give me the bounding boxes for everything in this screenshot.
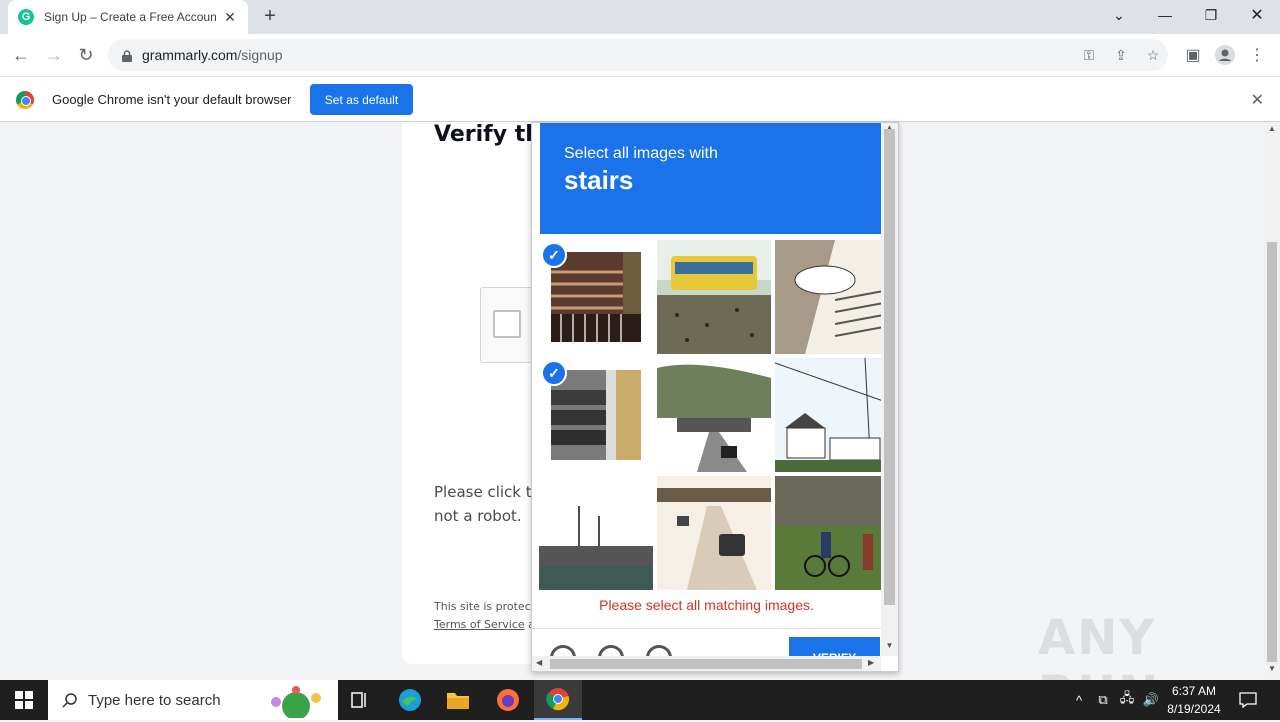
lock-icon [122,49,132,62]
tray-overflow-icon[interactable]: ^ [1068,680,1090,720]
close-window-button[interactable]: ✕ [1234,0,1280,30]
reload-button[interactable]: ↻ [73,42,99,68]
taskbar-search-box[interactable]: Type here to search [48,680,338,720]
challenge-tile-4[interactable]: ✓ [539,358,653,472]
challenge-tile-1[interactable]: ✓ [539,240,653,354]
browser-toolbar: ← → ↻ grammarly.com/signup ⚿ ⇪ ☆ ▣ ⋮ [0,34,1280,76]
page-scroll-thumb[interactable] [1267,242,1277,662]
address-bar[interactable]: grammarly.com/signup ⚿ ⇪ ☆ [108,39,1168,71]
challenge-vscroll-thumb[interactable] [884,129,895,605]
challenge-scroll-right-icon[interactable]: ▶ [868,658,874,667]
highway-cars-image [657,476,771,590]
tab-title: Sign Up – Create a Free Account [44,10,216,24]
challenge-vertical-scrollbar[interactable]: ▲ ▼ [881,123,898,656]
bookmark-star-icon[interactable]: ☆ [1140,39,1166,71]
search-placeholder: Type here to search [88,691,221,709]
browser-tab[interactable]: G Sign Up – Create a Free Account ✕ [8,0,248,34]
windows-taskbar: Type here to search ^ ⧉ 🖧 🔊 6:37 AM 8/19… [0,680,1280,720]
outdoor-stairs-image [775,240,889,354]
volume-icon[interactable]: 🔊 [1140,680,1162,720]
infobar-message: Google Chrome isn't your default browser [52,92,292,107]
minimize-button[interactable]: — [1142,0,1188,30]
url-domain: grammarly.com [142,47,238,63]
challenge-scroll-left-icon[interactable]: ◀ [536,658,542,667]
challenge-header: Select all images with stairs [540,123,881,234]
edge-taskbar-button[interactable] [386,680,434,720]
challenge-tile-7[interactable] [539,476,653,590]
url-text: grammarly.com/signup [142,47,283,63]
notifications-icon[interactable] [1234,680,1262,720]
task-view-icon [351,692,366,708]
profile-avatar-icon[interactable] [1212,42,1238,68]
restore-button[interactable]: ❐ [1188,0,1234,30]
challenge-tile-8[interactable] [657,476,771,590]
protected-text: This site is protec [434,600,531,613]
page-scrollbar[interactable]: ▲ ▼ [1264,122,1280,680]
image-challenge-popup: Select all images with stairs ✓ ✓ Please… [531,122,899,672]
system-clock[interactable]: 6:37 AM 8/19/2024 [1160,682,1228,718]
set-as-default-button[interactable]: Set as default [310,84,413,115]
challenge-tile-6[interactable] [775,358,889,472]
recaptcha-notice: This site is protec Terms of Service a [434,598,535,634]
selected-check-icon: ✓ [541,242,567,268]
stone-steps-image [551,370,641,460]
bus-image [657,240,771,354]
harbor-image [539,476,653,590]
houses-image [775,358,889,472]
selected-check-icon: ✓ [541,360,567,386]
task-view-button[interactable] [336,680,384,720]
challenge-error-message: Please select all matching images. [599,597,814,613]
challenge-horizontal-scrollbar[interactable]: ◀ ▶ [532,656,881,671]
firefox-taskbar-button[interactable] [484,680,532,720]
tab-strip: G Sign Up – Create a Free Account ✕ + ⌄ … [0,0,1280,34]
new-tab-button[interactable]: + [258,5,282,29]
edge-icon [399,689,421,711]
challenge-hscroll-thumb[interactable] [550,659,862,669]
side-panel-icon[interactable]: ▣ [1180,42,1206,68]
back-button[interactable]: ← [8,42,34,68]
cyclists-image [775,476,889,590]
menu-kebab-icon[interactable]: ⋮ [1244,42,1270,68]
challenge-tile-3[interactable] [775,240,889,354]
challenge-scroll-down-icon[interactable]: ▼ [881,641,898,650]
search-highlight-icon [271,686,321,718]
firefox-icon [497,689,519,711]
scroll-up-arrow-icon[interactable]: ▲ [1264,124,1280,138]
infobar-close-icon[interactable]: ✕ [1251,90,1264,110]
clock-date: 8/19/2024 [1167,702,1221,716]
challenge-tile-5[interactable] [657,358,771,472]
tab-search-icon[interactable]: ⌄ [1096,0,1142,30]
search-icon [62,693,77,708]
chrome-logo-icon [16,91,34,109]
terms-of-service-link[interactable]: Terms of Service [434,618,525,631]
challenge-tile-9[interactable] [775,476,889,590]
network-icon[interactable]: 🖧 [1116,680,1138,720]
default-browser-infobar: Google Chrome isn't your default browser… [0,76,1280,122]
challenge-target: stairs [564,165,634,195]
clock-time: 6:37 AM [1171,684,1217,698]
key-icon[interactable]: ⚿ [1076,39,1102,71]
challenge-prompt: Select all images with [564,145,718,162]
windows-logo-icon [15,691,33,709]
tab-close-icon[interactable]: ✕ [222,9,238,26]
share-icon[interactable]: ⇪ [1108,39,1134,71]
challenge-tile-2[interactable] [657,240,771,354]
chrome-icon [546,688,569,711]
stairs-railing-image [551,252,641,342]
file-explorer-taskbar-button[interactable] [434,680,482,720]
folder-icon [447,693,469,709]
recaptcha-checkbox[interactable] [493,310,521,338]
road-bridge-image [657,358,771,472]
start-button[interactable] [0,680,48,720]
grammarly-favicon-icon: G [18,9,34,25]
chrome-taskbar-button[interactable] [534,680,582,720]
device-icon[interactable]: ⧉ [1092,680,1114,720]
url-path: /signup [237,47,283,63]
forward-button[interactable]: → [41,42,67,68]
